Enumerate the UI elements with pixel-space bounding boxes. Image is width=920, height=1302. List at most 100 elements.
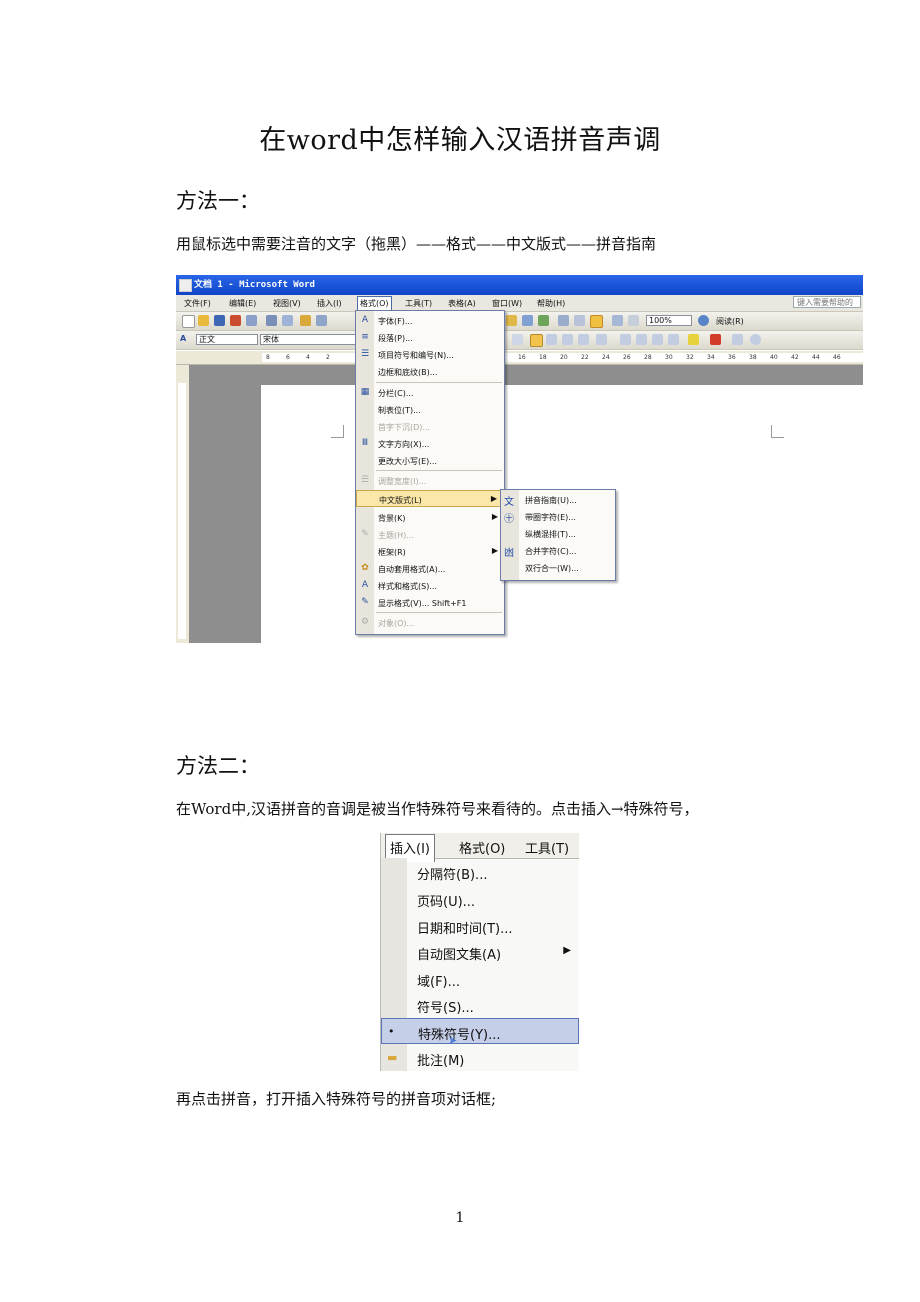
email-icon[interactable] [246,315,257,326]
menu-item-text-direction[interactable]: Ⅲ 文字方向(X)... [356,435,504,452]
save-icon[interactable] [214,315,225,326]
horizontal-ruler[interactable]: 8 6 4 2 16 18 20 22 24 26 28 30 32 34 36… [176,351,863,365]
menu-item-label: 纵横混排(T)... [525,530,576,539]
print-preview-icon[interactable] [282,315,293,326]
menu-item-asian-layout[interactable]: 中文版式(L) ▶ [356,490,504,507]
menu-item-autoformat[interactable]: ✿ 自动套用格式(A)... [356,560,504,577]
menu-item-reveal-formatting[interactable]: ✎ 显示格式(V)... Shift+F1 [356,594,504,611]
align-left-icon[interactable] [530,334,543,347]
menu-window[interactable]: 窗口(W) [492,298,522,309]
align-center-icon[interactable] [546,334,557,345]
new-doc-icon[interactable] [182,315,195,328]
phonetic-guide-icon[interactable] [732,334,743,345]
menu-item-combine-characters[interactable]: 凼 合并字符(C)... [501,542,615,559]
menu-item-bullets-numbering[interactable]: ☰ 项目符号和编号(N)... [356,346,504,363]
menu-item-label: 自动图文集(A) [417,948,502,963]
menu-item-styles-formatting[interactable]: A 样式和格式(S)... [356,577,504,594]
zoom-tool-icon[interactable] [612,315,623,326]
decrease-indent-icon[interactable] [652,334,663,345]
menu-item-phonetic-guide[interactable]: 文 拼音指南(U)... [501,491,615,508]
bullets-icon[interactable] [636,334,647,345]
menu-item-columns[interactable]: ▦ 分栏(C)... [356,384,504,401]
menu-help[interactable]: 帮助(H) [537,298,565,309]
menu-item-fit-width[interactable]: ☰ 调整宽度(I)... [356,472,504,489]
spelling-icon[interactable] [300,315,311,326]
help-search-input[interactable]: 键入需要帮助的 [793,296,861,308]
word-app-icon [179,279,192,292]
menu-item-page-numbers[interactable]: 页码(U)... [381,886,579,912]
word-insert-menu-screenshot: 插入(I) 格式(O) 工具(T) 分隔符(B)... 页码(U)... 日期和… [380,833,579,1071]
research-icon[interactable] [316,315,327,326]
ruler-tick: 28 [644,354,652,361]
font-select[interactable]: 宋体 [260,334,356,345]
menu-tools[interactable]: 工具(T) [405,298,432,309]
menu-format[interactable]: 格式(O) [459,838,505,857]
ruler-tick: 18 [539,354,547,361]
columns-icon[interactable] [558,315,569,326]
menu-table[interactable]: 表格(A) [448,298,476,309]
menu-item-change-case[interactable]: 更改大小写(E)... [356,452,504,469]
style-select[interactable]: 正文 [196,334,258,345]
menu-item-break[interactable]: 分隔符(B)... [381,859,579,885]
menu-item-autotext[interactable]: 自动图文集(A) ▶ [381,939,579,965]
highlight-arrow-icon[interactable] [512,334,523,345]
align-right-icon[interactable] [562,334,573,345]
doc-map-icon[interactable] [574,315,585,326]
columns-icon: ▦ [360,387,370,397]
menu-edit[interactable]: 编辑(E) [229,298,256,309]
zoom-select[interactable]: 100% [646,315,692,326]
ink-icon[interactable] [628,315,639,326]
menu-item-font[interactable]: A 字体(F)... [356,312,504,329]
menu-item-drop-cap[interactable]: 首字下沉(D)... [356,418,504,435]
open-icon[interactable] [198,315,209,326]
menu-item-enclose-characters[interactable]: ㊉ 带圈字符(E)... [501,508,615,525]
numbering-icon[interactable] [620,334,631,345]
menu-item-two-lines-in-one[interactable]: 双行合一(W)... [501,559,615,576]
menu-insert[interactable]: 插入(I) [317,298,342,309]
menu-item-label: 段落(P)... [378,334,413,343]
menu-item-symbol[interactable]: 符号(S)... [381,992,579,1018]
autoformat-icon: ✿ [361,563,369,573]
menu-item-background[interactable]: 背景(K) ▶ [356,509,504,526]
menu-file[interactable]: 文件(F) [184,298,211,309]
print-icon[interactable] [266,315,277,326]
menu-view[interactable]: 视图(V) [273,298,301,309]
menu-item-paragraph[interactable]: ≡ 段落(P)... [356,329,504,346]
menu-item-field[interactable]: 域(F)... [381,966,579,992]
ruler-tick: 8 [266,354,270,361]
reveal-formatting-icon: ✎ [361,597,369,607]
drawing-icon[interactable] [538,315,549,326]
submenu-arrow-icon: ▶ [563,945,571,956]
insert-table-icon[interactable] [506,315,517,326]
method2-after-text: 再点击拼音，打开插入特殊符号的拼音项对话框; [176,1090,497,1108]
object-icon: ⚙ [360,617,370,627]
menu-item-object[interactable]: ⚙ 对象(O)... [356,614,504,631]
insert-excel-icon[interactable] [522,315,533,326]
method2-text: 在Word中,汉语拼音的音调是被当作特殊符号来看待的。点击插入→特殊符号， [176,800,699,818]
menu-item-special-symbol[interactable]: • 特殊符号(Y)... ➤ [381,1018,579,1047]
menu-item-label: 背景(K) [378,514,406,523]
help-icon[interactable] [698,315,709,326]
menu-format[interactable]: 格式(O) [357,296,392,311]
highlight-color-icon[interactable] [688,334,699,345]
menu-item-theme[interactable]: ✎ 主题(H)... [356,526,504,543]
styles-pane-icon[interactable]: A [180,334,186,343]
vertical-ruler[interactable] [176,365,189,643]
justify-icon[interactable] [578,334,589,345]
menu-item-horizontal-in-vertical[interactable]: 纵横混排(T)... [501,525,615,542]
menu-tools[interactable]: 工具(T) [525,838,569,857]
show-hide-icon[interactable] [590,315,603,328]
read-button[interactable]: 阅读(R) [716,316,744,327]
enclose-char-icon[interactable] [750,334,761,345]
menu-item-date-time[interactable]: 日期和时间(T)... [381,913,579,939]
permission-icon[interactable] [230,315,241,326]
menu-item-frames[interactable]: 框架(R) ▶ [356,543,504,560]
menu-item-borders-shading[interactable]: 边框和底纹(B)... [356,363,504,380]
increase-indent-icon[interactable] [668,334,679,345]
menu-separator [376,470,502,471]
menu-item-comment[interactable]: ▬ 批注(M) [381,1045,579,1071]
font-color-icon[interactable] [710,334,721,345]
menu-item-label: 框架(R) [378,548,406,557]
menu-item-tabs[interactable]: 制表位(T)... [356,401,504,418]
line-spacing-icon[interactable] [596,334,607,345]
